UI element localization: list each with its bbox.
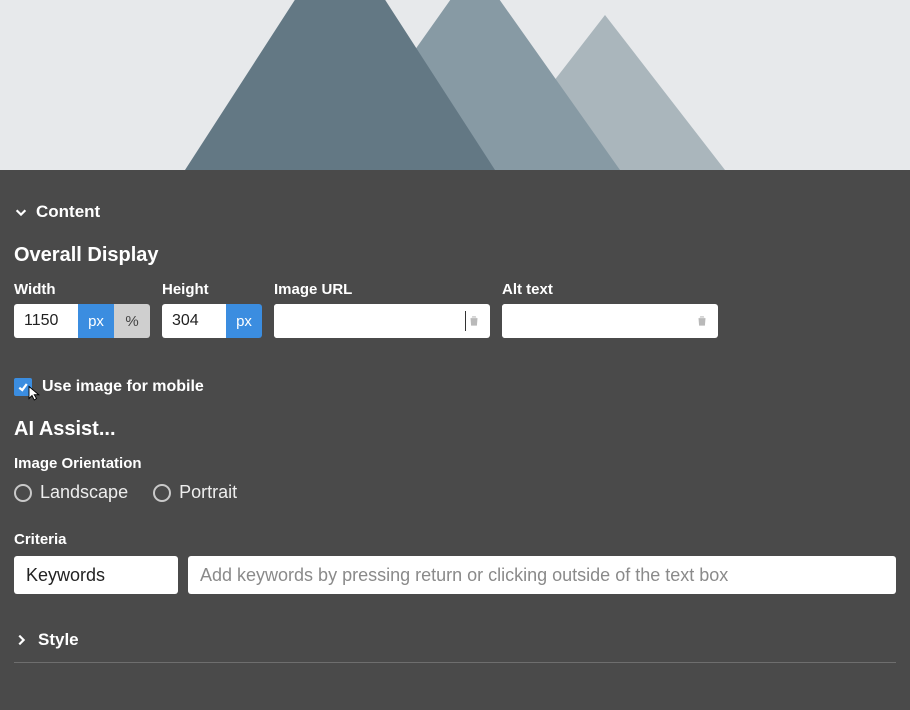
trash-icon[interactable] — [694, 313, 710, 329]
height-label: Height — [162, 281, 262, 298]
width-unit-px[interactable]: px — [78, 304, 114, 338]
criteria-select[interactable]: Keywords — [14, 556, 178, 594]
width-input[interactable] — [14, 304, 78, 338]
ai-assist-header: AI Assist... — [14, 418, 896, 441]
chevron-right-icon — [14, 633, 28, 647]
height-input[interactable] — [162, 304, 226, 338]
radio-label: Portrait — [179, 482, 237, 503]
radio-icon — [14, 484, 32, 502]
alt-text-label: Alt text — [502, 281, 718, 298]
section-title: Style — [38, 630, 79, 650]
chevron-down-icon — [14, 205, 28, 219]
content-section-header[interactable]: Content — [14, 184, 896, 232]
alt-text-input[interactable] — [502, 304, 694, 338]
height-unit-px[interactable]: px — [226, 304, 262, 338]
use-image-mobile-checkbox[interactable] — [14, 378, 32, 396]
trash-icon[interactable] — [466, 313, 482, 329]
section-title: Content — [36, 202, 100, 222]
orientation-landscape-radio[interactable]: Landscape — [14, 482, 128, 503]
radio-label: Landscape — [40, 482, 128, 503]
image-url-input[interactable] — [274, 304, 464, 338]
criteria-keywords-input[interactable] — [200, 565, 884, 586]
criteria-label: Criteria — [14, 531, 896, 548]
radio-icon — [153, 484, 171, 502]
criteria-select-value: Keywords — [26, 565, 105, 586]
orientation-label: Image Orientation — [14, 455, 896, 472]
use-image-mobile-label: Use image for mobile — [42, 378, 204, 396]
image-preview — [0, 0, 910, 170]
overall-display-header: Overall Display — [14, 244, 896, 267]
style-section-header[interactable]: Style — [14, 600, 896, 663]
width-unit-percent[interactable]: % — [114, 304, 150, 338]
orientation-portrait-radio[interactable]: Portrait — [153, 482, 237, 503]
image-url-label: Image URL — [274, 281, 490, 298]
placeholder-image-icon — [175, 0, 735, 170]
width-label: Width — [14, 281, 150, 298]
